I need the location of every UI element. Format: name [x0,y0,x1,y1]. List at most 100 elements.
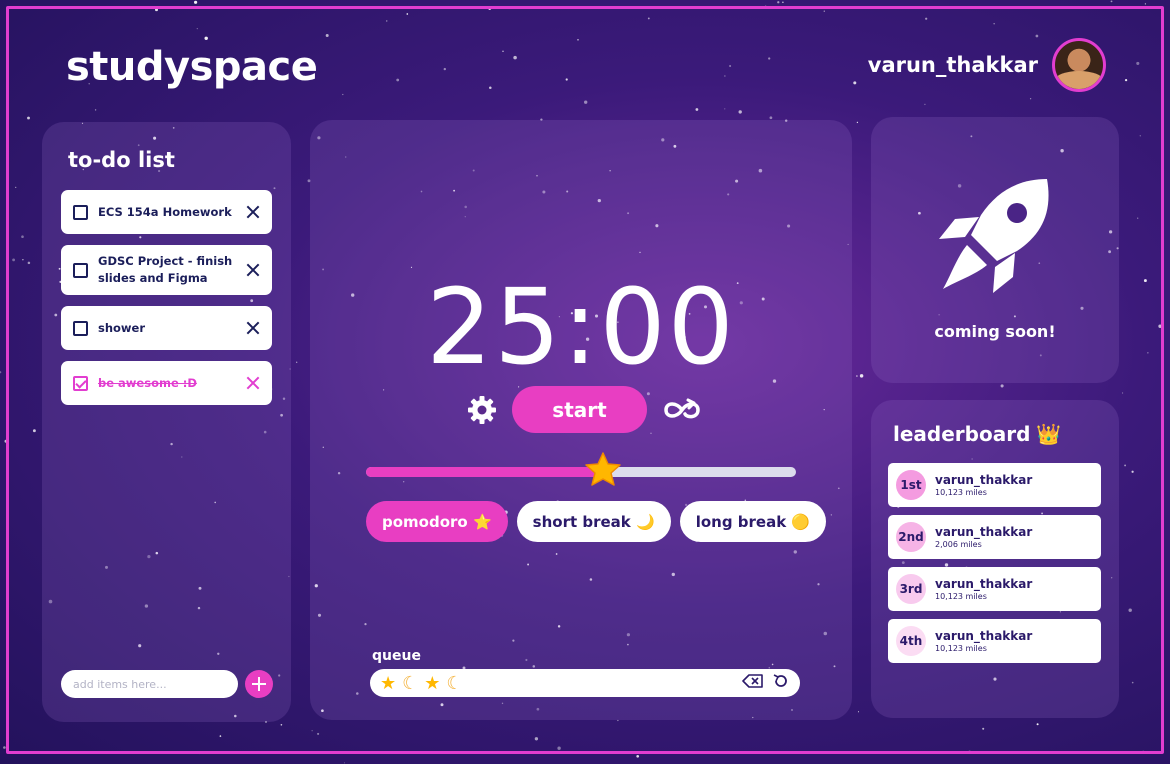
background-star [502,50,504,52]
background-star [0,371,2,374]
background-star [1122,392,1124,394]
background-star [577,38,579,41]
mode-selector: pomodoro ⭐ short break 🌙 long break 🟡 [366,501,827,542]
moon-icon[interactable]: ☾ [446,673,462,694]
loop-icon[interactable] [661,394,703,426]
add-item-button[interactable] [245,670,273,698]
background-star [565,78,568,81]
clear-queue-icon[interactable] [742,673,764,693]
star-icon[interactable]: ★ [424,673,440,694]
background-star [857,711,860,713]
gear-icon[interactable] [466,394,498,426]
background-star [155,8,158,12]
leaderboard-entry: varun_thakkar 10,123 miles [935,577,1032,602]
background-star [343,762,346,764]
close-icon[interactable] [246,263,260,277]
background-star [993,23,995,25]
start-button[interactable]: start [512,386,647,433]
close-icon[interactable] [246,376,260,390]
leaderboard-list: 1st varun_thakkar 10,123 miles 2nd varun… [888,463,1101,663]
background-star [204,36,208,41]
todo-panel: to-do list ECS 154a Homework GDSC Projec… [42,122,291,722]
background-star [968,750,972,754]
slider-fill [366,467,603,477]
rank-badge: 2nd [896,522,926,552]
background-star [856,121,859,124]
leaderboard-miles: 10,123 miles [935,591,987,601]
user-profile[interactable]: varun_thakkar [868,38,1106,92]
background-star [724,108,726,110]
rocket-icon [935,175,1057,295]
queue-bar: ★ ☾ ★ ☾ [370,669,800,697]
leaderboard-row[interactable]: 4th varun_thakkar 10,123 miles [888,619,1101,663]
todo-title: to-do list [68,148,175,172]
leaderboard-name: varun_thakkar [935,524,1033,539]
star-icon[interactable] [583,450,623,490]
background-star [219,735,222,737]
todo-item: be awesome :D [61,361,272,405]
background-star [325,34,329,37]
rank-badge: 4th [896,626,926,656]
leaderboard-title-text: leaderboard [893,422,1031,446]
moon-icon[interactable]: ☾ [402,673,418,694]
todo-checkbox[interactable] [73,320,88,336]
background-star [925,17,928,20]
background-star [563,6,565,8]
rank-badge: 1st [896,470,926,500]
background-star [488,7,491,11]
star-icon: ⭐ [472,512,492,531]
queue-items: ★ ☾ ★ ☾ [380,673,736,694]
background-star [4,439,8,443]
progress-slider[interactable] [366,452,796,486]
leaderboard-miles: 10,123 miles [935,643,987,653]
leaderboard-row[interactable]: 1st varun_thakkar 10,123 miles [888,463,1101,507]
todo-checkbox[interactable] [73,204,88,220]
avatar[interactable] [1052,38,1106,92]
background-star [853,81,857,85]
rank-badge: 3rd [896,574,926,604]
leaderboard-miles: 2,006 miles [935,539,982,549]
queue-actions [742,672,790,694]
background-star [513,55,517,60]
mode-short-break[interactable]: short break 🌙 [516,501,671,542]
moon-icon: 🌙 [636,512,655,531]
background-star [280,723,283,726]
reset-queue-icon[interactable] [772,672,790,694]
background-star [489,86,492,90]
close-icon[interactable] [246,205,260,219]
background-star [198,751,201,755]
background-star [94,109,97,111]
background-star [823,10,825,12]
background-star [27,261,31,265]
background-star [1131,470,1134,473]
star-icon[interactable]: ★ [380,673,396,694]
todo-checkbox[interactable] [73,375,88,391]
background-star [695,108,699,111]
background-star [32,429,36,433]
background-star [386,20,388,22]
background-star [768,57,771,60]
coming-soon-label: coming soon! [934,322,1056,341]
background-star [22,259,24,261]
leaderboard-row[interactable]: 3rd varun_thakkar 10,123 miles [888,567,1101,611]
background-star [782,1,784,3]
background-star [769,116,773,120]
todo-checkbox[interactable] [73,262,88,278]
background-star [1124,78,1128,82]
leaderboard-row[interactable]: 2nd varun_thakkar 2,006 miles [888,515,1101,559]
background-star [1136,61,1140,65]
background-star [724,75,726,77]
mode-label: short break [532,512,631,531]
sun-icon: 🟡 [791,512,811,531]
background-star [1029,98,1032,100]
close-icon[interactable] [246,321,260,335]
todo-item: shower [61,306,272,350]
background-star [1131,681,1134,684]
mode-pomodoro[interactable]: pomodoro ⭐ [366,501,508,542]
background-star [738,110,742,114]
leaderboard-miles: 10,123 miles [935,487,987,497]
background-star [1137,217,1139,219]
add-item-input[interactable] [61,670,238,698]
mode-long-break[interactable]: long break 🟡 [679,501,827,542]
leaderboard-title: leaderboard 👑 [893,422,1061,446]
